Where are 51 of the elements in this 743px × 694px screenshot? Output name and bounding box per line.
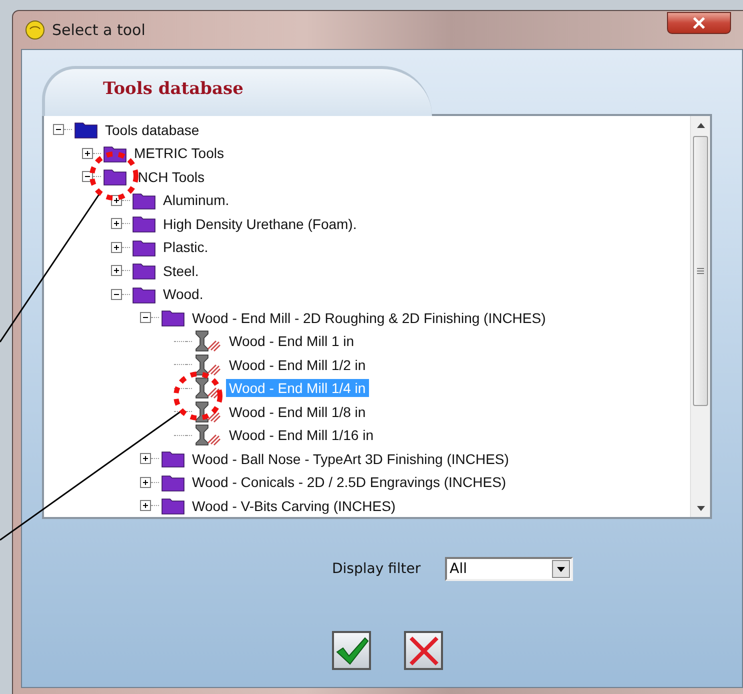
expander-box[interactable] <box>111 265 122 276</box>
filter-dropdown[interactable]: All <box>444 557 573 581</box>
tree-item[interactable]: Wood - Conicals - 2D / 2.5D Engravings (INCHES) <box>189 473 510 492</box>
tree-item[interactable]: Wood - End Mill 1/8 in <box>226 402 369 421</box>
tree-item[interactable]: Wood - Ball Nose - TypeArt 3D Finishing (INCHES) <box>189 450 512 468</box>
tree-item[interactable]: METRIC Tools <box>131 144 227 162</box>
expander-box[interactable] <box>111 218 122 230</box>
folder-icon <box>74 120 98 140</box>
tree-item[interactable]: Wood - V-Bits Carving (INCHES) <box>189 496 399 515</box>
tree-item[interactable]: Wood - End Mill 1 in <box>226 332 358 350</box>
close-icon[interactable] <box>692 17 706 29</box>
expander-box[interactable] <box>111 242 122 253</box>
tree-item[interactable]: Tools database <box>102 120 202 139</box>
tree-item[interactable]: Steel. <box>160 262 202 280</box>
expander-box[interactable] <box>82 148 93 159</box>
scroll-down-icon[interactable] <box>696 506 704 510</box>
scroll-up-icon[interactable] <box>696 122 704 128</box>
scroll-thumb[interactable] <box>693 136 708 406</box>
folder-icon <box>132 261 156 280</box>
folder-icon <box>132 190 156 210</box>
window-title: Select a tool <box>52 21 146 39</box>
scrollbar[interactable] <box>690 116 710 517</box>
folder-icon <box>132 238 156 257</box>
tree-item[interactable]: Wood - End Mill 1/16 in <box>226 426 376 444</box>
tree-item[interactable]: Wood - End Mill - 2D Roughing & 2D Finishing (INCHES) <box>189 308 549 327</box>
tree-item[interactable]: Aluminum. <box>160 191 232 210</box>
folder-icon <box>161 449 185 468</box>
panel-title: Tools database <box>103 79 244 99</box>
tree-item[interactable]: High Density Urethane (Foam). <box>160 214 360 233</box>
expander-box[interactable] <box>140 453 151 464</box>
tree-item[interactable]: Wood - End Mill 1/2 in <box>226 356 369 374</box>
tree-item[interactable]: Wood. <box>160 285 206 304</box>
dropdown-arrow-icon[interactable] <box>556 566 565 572</box>
cancel-button[interactable] <box>404 631 443 670</box>
app-icon <box>25 20 45 40</box>
folder-icon <box>132 284 156 304</box>
folder-icon <box>132 214 156 234</box>
expander-box[interactable] <box>111 288 122 300</box>
folder-icon <box>103 167 127 186</box>
ok-button[interactable] <box>332 631 371 670</box>
expander-box[interactable] <box>140 476 151 488</box>
tree-item[interactable]: Plastic. <box>160 238 212 256</box>
annotation-circle <box>174 372 222 420</box>
close-button[interactable] <box>667 12 731 34</box>
expander-box[interactable] <box>140 500 151 512</box>
filter-label: Display filter <box>332 561 421 577</box>
folder-icon <box>161 308 185 328</box>
folder-icon <box>161 496 185 516</box>
expander-box[interactable] <box>140 312 151 324</box>
expander-box[interactable] <box>53 124 64 136</box>
folder-icon <box>161 472 185 492</box>
